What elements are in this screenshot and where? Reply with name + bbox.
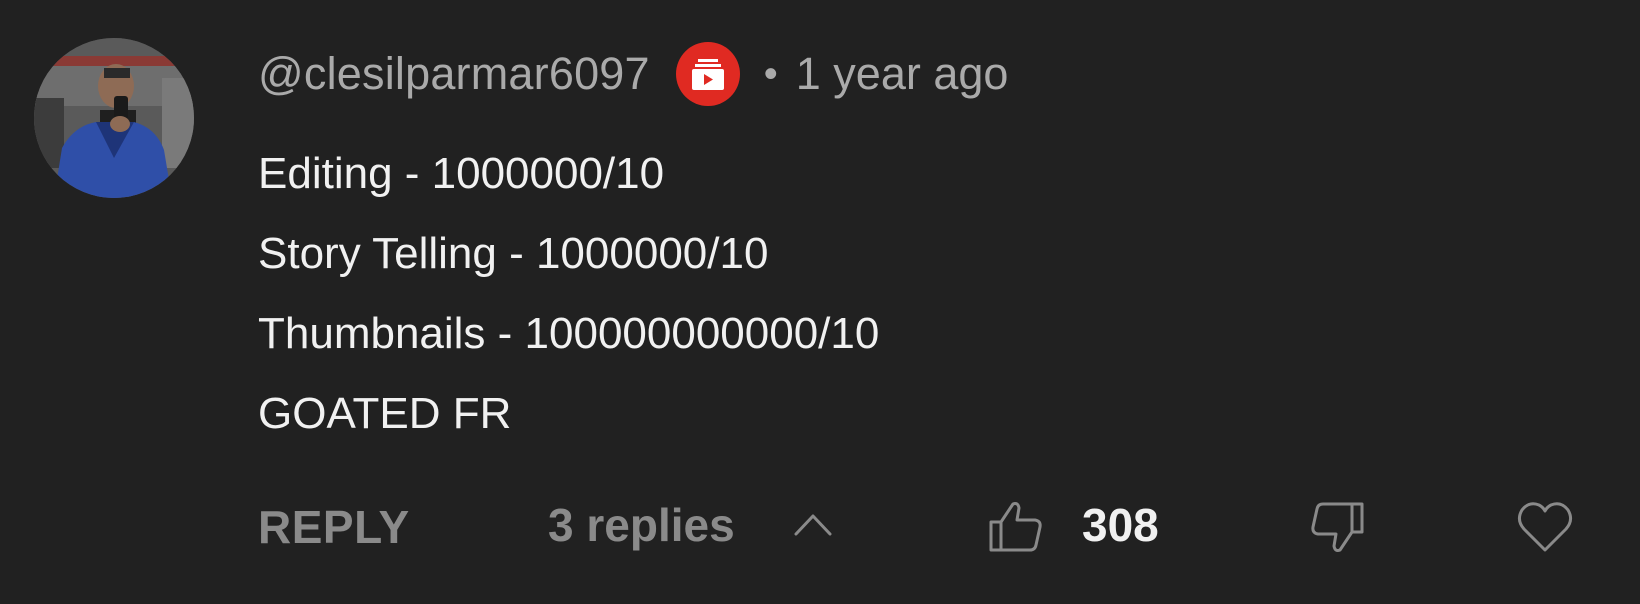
author-name[interactable]: @clesilparmar6097 xyxy=(258,48,650,100)
reply-button[interactable]: REPLY xyxy=(258,500,410,554)
thumbs-up-icon[interactable] xyxy=(985,496,1047,558)
comment-text-line: Story Telling - 1000000/10 xyxy=(258,229,769,278)
heart-icon[interactable] xyxy=(1514,496,1576,558)
avatar-photo xyxy=(34,38,194,198)
comment-thread: @clesilparmar6097 • 1 year ago Editing -… xyxy=(0,0,1640,604)
chevron-up-icon[interactable] xyxy=(790,506,836,542)
membership-badge-icon xyxy=(675,42,740,106)
comment-header: @clesilparmar6097 • 1 year ago xyxy=(258,40,1008,108)
thumbs-down-icon[interactable] xyxy=(1306,496,1368,558)
comment-timestamp[interactable]: 1 year ago xyxy=(796,48,1009,100)
comment-text-line: Thumbnails - 100000000000/10 xyxy=(258,309,880,358)
comment-body: Editing - 1000000/10 Story Telling - 100… xyxy=(258,134,879,454)
like-count: 308 xyxy=(1082,499,1159,551)
comment-text-line: GOATED FR xyxy=(258,389,512,438)
avatar[interactable] xyxy=(34,38,194,198)
replies-toggle-button[interactable]: 3 replies xyxy=(548,498,735,552)
comment-text-line: Editing - 1000000/10 xyxy=(258,149,665,198)
comment-actions: REPLY 3 replies 308 xyxy=(0,492,1640,562)
separator-dot: • xyxy=(763,51,778,96)
